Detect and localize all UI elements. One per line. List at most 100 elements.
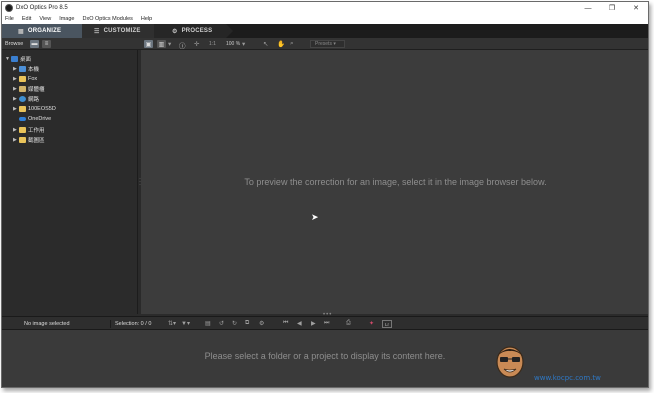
tree-item-label: 網路 [28,96,40,103]
print-icon[interactable]: ⎙ [346,320,351,327]
close-button[interactable]: ✕ [624,2,648,14]
toolbar: Browse ▬ ≡ ▣ ▥ ▾ ⓘ ✛ 1:1 100 % ▾ ↖ ✋ ⌕ P… [2,38,648,50]
rotate-left-icon[interactable]: ↺ [219,320,224,327]
window-controls: — ❐ ✕ [576,2,648,14]
folder-icon: ▬ [31,41,38,47]
single-view-button[interactable]: ▣ [144,40,153,48]
menu-image[interactable]: Image [59,16,74,22]
app-window: DxO Optics Pro 8.5 — ❐ ✕ File Edit View … [1,1,649,388]
tab-organize-label: ORGANIZE [27,28,62,34]
menu-bar: File Edit View Image DxO Optics Modules … [2,14,648,24]
status-bar: No image selected Selection: 0 / 0 ⇅▾ ▼▾… [2,316,648,330]
image-info-icon[interactable]: ▤ [205,320,211,327]
list-view-button[interactable]: ≡ [42,40,51,48]
tree-item-onedrive[interactable]: OneDrive [13,114,51,123]
tree-item-label: 桌面 [20,56,32,63]
selection-count: Selection: 0 / 0 [115,321,152,327]
tab-process-label: PROCESS [181,28,213,34]
last-page-icon[interactable]: ⏭ [324,320,329,327]
folder-icon [19,105,26,112]
tab-process[interactable]: ⚙ PROCESS [154,24,233,38]
browse-label: Browse [5,41,24,47]
tree-item-label: 工作用 [28,127,45,134]
maximize-button[interactable]: ❐ [600,2,624,14]
presets-dropdown[interactable]: Presets ▾ [310,40,345,48]
menu-dxo-optics-modules[interactable]: DxO Optics Modules [82,16,132,22]
menu-file[interactable]: File [5,16,14,22]
menu-edit[interactable]: Edit [22,16,31,22]
divider [110,320,111,328]
image-viewer[interactable]: To preview the correction for an image, … [141,50,648,318]
folder-icon [19,126,26,133]
info-icon[interactable]: ⓘ [179,40,186,50]
crosshair-icon[interactable]: ✛ [194,40,199,48]
tree-item-screenshots[interactable]: ▶ 截圖區 [13,135,45,144]
grid-icon: ▦ [18,28,24,35]
cloud-icon [19,116,26,121]
tab-organize[interactable]: ▦ ORGANIZE [2,24,89,38]
watermark-url: www.kocpc.com.tw [534,374,601,382]
tree-item-libraries[interactable]: ▶ 媒體櫃 [13,84,45,93]
compare-view-button[interactable]: ▥ [157,40,166,48]
menu-help[interactable]: Help [141,16,152,22]
list-icon: ≡ [44,41,49,47]
color-tag-icon[interactable]: ✦ [369,320,374,327]
tab-customize[interactable]: ☰ CUSTOMIZE [82,24,161,38]
gear-icon: ⚙ [172,28,178,35]
rotate-right-icon[interactable]: ↻ [232,320,237,327]
filter-icon[interactable]: ▼▾ [181,320,190,327]
ratio-label[interactable]: 1:1 [209,41,216,47]
tree-item-label: 媒體櫃 [28,86,45,93]
title-bar: DxO Optics Pro 8.5 — ❐ ✕ [2,2,648,14]
tree-item-label: Fox [28,75,38,82]
chevron-down-icon: ▾ [333,41,336,47]
tree-item-this-pc[interactable]: ▶ 本機 [13,64,39,73]
tree-item-label: 本機 [28,66,40,73]
mascot-logo-icon [496,346,524,378]
tab-customize-label: CUSTOMIZE [103,28,141,34]
site-watermark: www.kocpc.com.tw [488,338,644,388]
zoom-level[interactable]: 100 % [226,41,240,47]
tree-item-network[interactable]: ▶ 網路 [13,94,39,103]
hand-icon[interactable]: ✋ [277,40,285,48]
folder-icon [19,136,26,143]
image-status: No image selected [24,321,70,327]
sort-icon[interactable]: ⇅▾ [168,320,176,327]
desktop-icon [11,55,18,62]
library-icon [19,85,26,92]
menu-view[interactable]: View [39,16,51,22]
tree-item-desktop[interactable]: ▼ 桌面 [5,54,31,63]
chevron-down-icon[interactable]: ▾ [168,40,171,48]
zoom-dropdown-icon[interactable]: ▾ [242,40,245,48]
lightroom-label: Lr [384,322,389,327]
app-icon [5,4,13,12]
workspace-tabs: ▦ ORGANIZE ☰ CUSTOMIZE ⚙ PROCESS [2,24,648,38]
folder-view-button[interactable]: ▬ [30,40,39,48]
mouse-cursor-icon: ➤ [311,212,319,222]
sliders-icon: ☰ [94,28,100,35]
tree-item-fox[interactable]: ▶ Fox [13,74,37,83]
first-page-icon[interactable]: ⏮ [283,320,288,327]
computer-icon [19,65,26,72]
presets-label: Presets [315,41,332,47]
settings-icon[interactable]: ⚙ [259,320,264,327]
compare-icon: ▥ [158,41,165,48]
tree-item-label: OneDrive [28,115,52,122]
pointer-icon[interactable]: ↖ [263,40,268,48]
export-icon[interactable]: ⧉ [245,320,249,327]
window-title: DxO Optics Pro 8.5 [16,5,68,11]
previous-icon[interactable]: ◀ [297,320,302,327]
lightroom-badge[interactable]: Lr [382,320,392,328]
viewer-placeholder: To preview the correction for an image, … [244,177,547,187]
magnifier-icon[interactable]: ⌕ [290,40,294,48]
folder-tree: ▼ 桌面 ▶ 本機 ▶ Fox ▶ 媒體櫃 ▶ 網路 ▶ 100EOS5D On… [2,50,138,314]
network-icon [19,95,26,102]
tree-item-work[interactable]: ▶ 工作用 [13,125,45,134]
tree-item-100eos5d[interactable]: ▶ 100EOS5D [13,104,56,113]
next-icon[interactable]: ▶ [311,320,316,327]
tree-item-label: 截圖區 [28,137,45,144]
folder-icon [19,75,26,82]
minimize-button[interactable]: — [576,2,600,14]
single-view-icon: ▣ [145,41,152,48]
tree-item-label: 100EOS5D [28,105,56,112]
